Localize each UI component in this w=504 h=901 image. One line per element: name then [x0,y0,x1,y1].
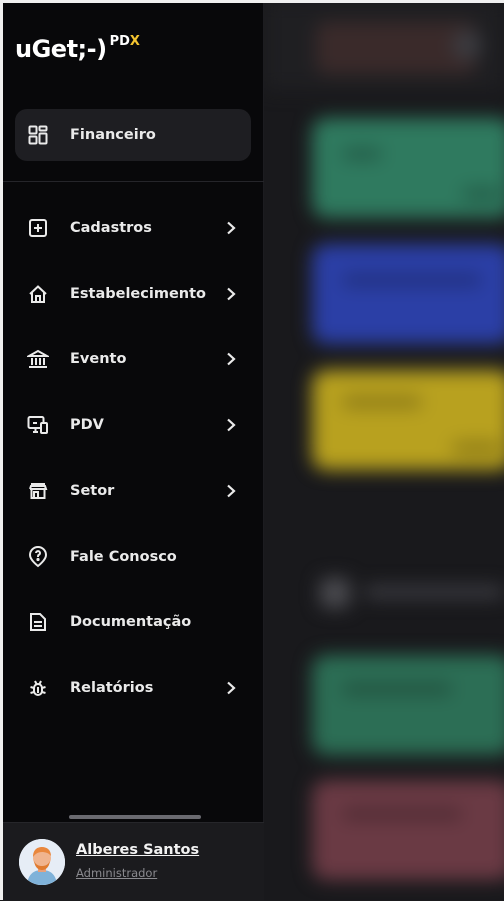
sidebar-item-cadastros[interactable]: Cadastros [15,208,251,248]
sidebar-item-pdv[interactable]: PDV [15,405,251,445]
blurred-card-red [312,780,504,880]
sidebar-item-label: PDV [70,417,104,433]
avatar[interactable] [19,839,65,885]
top-edge-line [0,0,504,3]
blurred-topbar [264,0,504,90]
sidebar-item-label: Documentação [70,614,192,630]
sidebar-drawer: uGet;-) PDX Financeiro Cadastros Estabel… [0,0,264,901]
sidebar-item-relatorios[interactable]: Relatórios [15,668,251,708]
sidebar-item-label: Evento [70,351,127,367]
chevron-right-icon[interactable] [221,349,241,369]
brand-logo[interactable]: uGet;-) PDX [15,32,140,63]
sidebar-item-label: Financeiro [70,127,156,143]
profile-name[interactable]: Alberes Santos [76,842,199,858]
profile-role: Administrador [76,866,158,880]
sidebar-divider [3,181,264,182]
bank-icon [27,348,49,370]
sidebar-item-label: Setor [70,483,115,499]
document-icon [27,611,49,633]
blurred-card-blue [312,244,504,344]
sidebar-item-evento[interactable]: Evento [15,339,251,379]
monitor-device-icon [27,414,49,436]
sidebar-item-label: Fale Conosco [70,549,177,565]
sidebar-item-label: Relatórios [70,680,154,696]
user-profile-card[interactable]: Alberes Santos Administrador [3,822,264,901]
logo-wordmark: uGet;-) [15,35,107,63]
home-icon [27,283,49,305]
dashboard-grid-icon [27,124,49,146]
chevron-right-icon[interactable] [221,218,241,238]
chevron-right-icon[interactable] [221,481,241,501]
storefront-icon [27,480,49,502]
sidebar-item-label: Cadastros [70,220,152,236]
chevron-right-icon[interactable] [221,678,241,698]
blurred-card-green-2 [312,655,504,755]
chevron-right-icon[interactable] [221,284,241,304]
bug-icon [27,677,49,699]
sidebar-item-estabelecimento[interactable]: Estabelecimento [15,274,251,314]
blurred-card-green [312,118,504,218]
blurred-card-yellow [312,370,504,470]
sidebar-item-fale-conosco[interactable]: Fale Conosco [15,537,251,577]
plus-square-icon [27,217,49,239]
sidebar-item-setor[interactable]: Setor [15,471,251,511]
sidebar-item-documentacao[interactable]: Documentação [15,602,251,642]
blurred-page-content [264,0,504,900]
blurred-section-header [312,568,504,616]
help-pin-icon [27,546,49,568]
chevron-right-icon[interactable] [221,415,241,435]
sidebar-scroll-handle[interactable] [69,815,201,819]
sidebar-item-financeiro[interactable]: Financeiro [15,109,251,161]
sidebar-item-label: Estabelecimento [70,286,206,302]
logo-suffix: PDX [109,34,140,49]
